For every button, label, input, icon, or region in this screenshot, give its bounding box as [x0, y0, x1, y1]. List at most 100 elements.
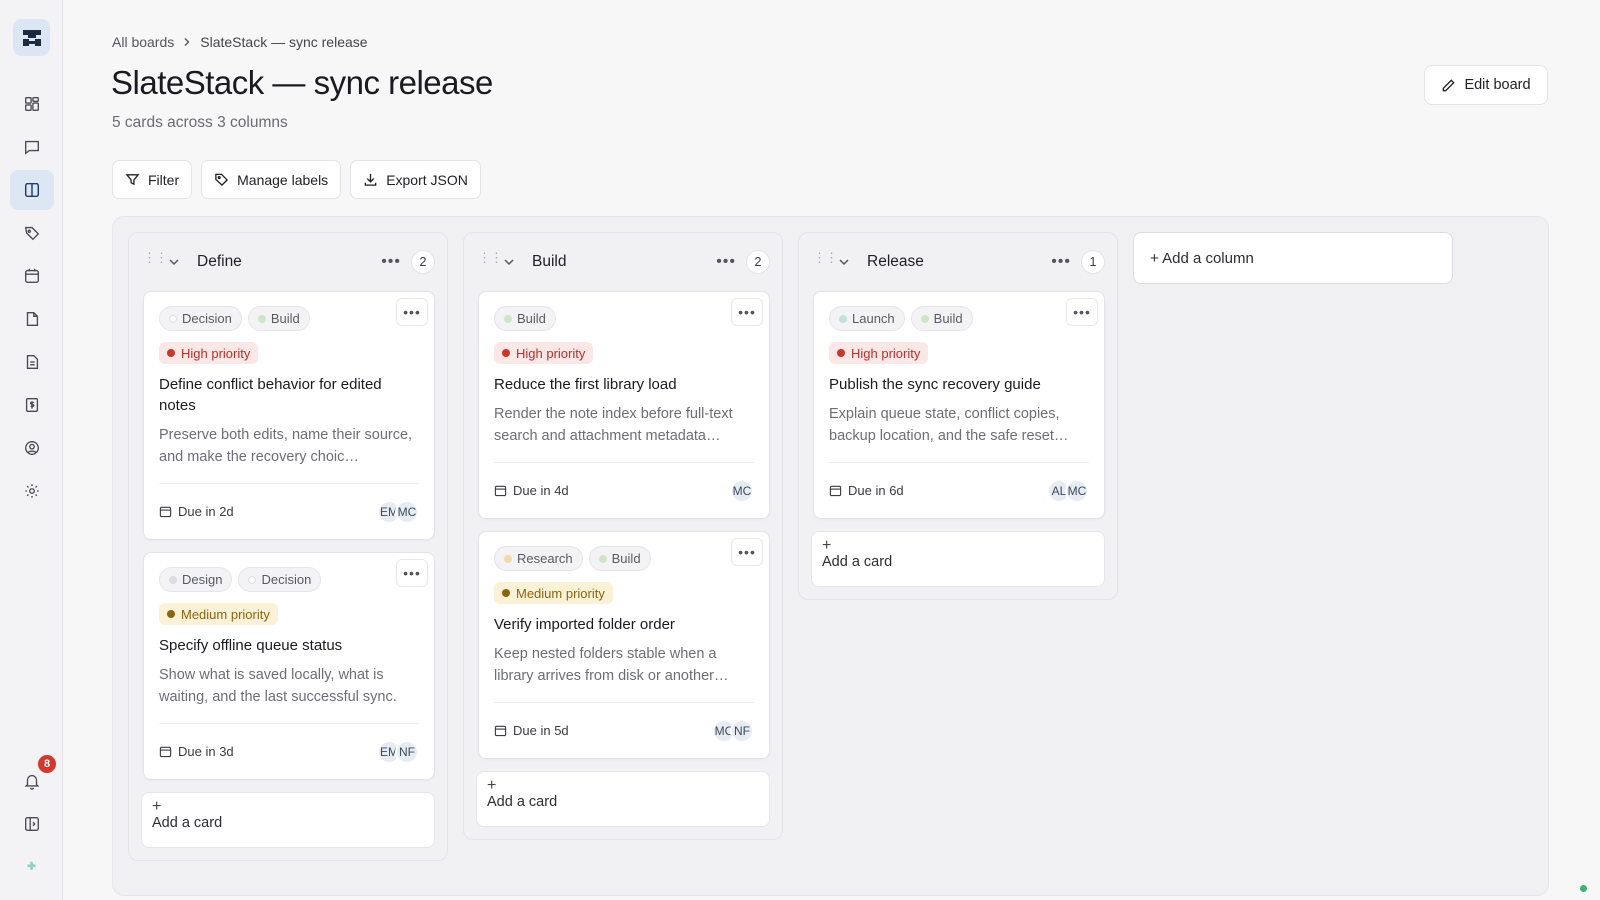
nav-settings[interactable]	[10, 471, 54, 511]
tag-dot	[169, 314, 177, 323]
tag-dot	[504, 554, 512, 563]
user-icon	[25, 441, 39, 455]
card[interactable]: ••• Design Decision Medium priority Spec…	[143, 552, 435, 780]
due-label: Due in 4d	[513, 483, 569, 498]
export-json-label: Export JSON	[386, 171, 468, 188]
dashboard-icon	[25, 97, 39, 111]
card-description: Render the note index before full-text s…	[494, 406, 733, 444]
card-menu-button[interactable]: •••	[396, 298, 428, 326]
card[interactable]: ••• Decision Build High priority Define …	[143, 291, 435, 540]
chevron-down-icon[interactable]	[837, 255, 851, 269]
drag-handle-icon[interactable]: ⋮⋮	[143, 250, 168, 266]
add-card-button[interactable]: + Add a card	[476, 771, 770, 827]
add-column-button[interactable]: + Add a column	[1133, 232, 1453, 284]
column-release: ⋮⋮ Release ••• 1 ••• Launch Build High p…	[798, 232, 1118, 600]
card[interactable]: ••• Launch Build High priority Publish t…	[813, 291, 1105, 519]
nav-billing[interactable]	[10, 385, 54, 425]
column-menu-icon[interactable]: •••	[716, 253, 736, 271]
card-footer: Due in 3d EM NF	[159, 723, 419, 767]
priority-label: Medium priority	[516, 585, 605, 601]
card[interactable]: ••• Research Build Medium priority Verif…	[478, 531, 770, 759]
export-json-button[interactable]: Export JSON	[350, 160, 481, 199]
nav-calendar[interactable]	[10, 256, 54, 296]
card-footer: Due in 5d MC NF	[494, 702, 754, 746]
add-card-label: Add a card	[152, 815, 223, 831]
column-title: Define	[197, 253, 242, 270]
chevron-down-icon[interactable]	[167, 255, 181, 269]
card-footer: Due in 6d AL MC	[829, 462, 1089, 506]
nav-profile[interactable]	[10, 428, 54, 468]
tag-label: Decision	[261, 572, 312, 587]
due-date: Due in 4d	[494, 483, 569, 498]
plus-icon: +	[487, 777, 497, 794]
plus-icon: +	[822, 537, 832, 554]
tag-label: Design	[182, 572, 223, 587]
avatar[interactable]: NF	[730, 718, 754, 743]
assignees: EM NF	[377, 739, 419, 764]
nav-files[interactable]	[10, 299, 54, 339]
card-description: Keep nested folders stable when a librar…	[494, 646, 729, 684]
avatar[interactable]: MC	[730, 478, 754, 503]
board-icon	[24, 182, 40, 198]
chevron-down-icon[interactable]	[502, 255, 516, 269]
breadcrumb-current: SlateStack — sync release	[200, 34, 368, 50]
card-menu-button[interactable]: •••	[396, 559, 428, 587]
add-card-button[interactable]: + Add a card	[811, 531, 1105, 587]
card-menu-button[interactable]: •••	[731, 538, 763, 566]
calendar-icon	[159, 506, 172, 518]
app-logo[interactable]	[13, 19, 50, 56]
column-menu-icon[interactable]: •••	[1051, 253, 1071, 271]
filter-button[interactable]: Filter	[112, 160, 193, 199]
download-icon	[364, 173, 377, 186]
settings-icon	[25, 484, 39, 498]
collapse-sidebar-button[interactable]	[10, 804, 54, 844]
card[interactable]: ••• Build High priority Reduce the first…	[478, 291, 770, 519]
manage-labels-label: Manage labels	[237, 171, 329, 188]
add-card-button[interactable]: + Add a card	[141, 792, 435, 848]
due-label: Due in 5d	[513, 723, 569, 738]
nav-labels[interactable]	[10, 213, 54, 253]
priority-label: High priority	[516, 345, 586, 361]
tag-icon	[24, 226, 40, 241]
assignees: AL MC	[1047, 478, 1089, 503]
nav-extension[interactable]	[10, 848, 54, 888]
tag-label: Build	[517, 311, 546, 326]
drag-handle-icon[interactable]: ⋮⋮	[813, 250, 838, 266]
calendar-icon	[494, 725, 507, 737]
online-status-dot	[1580, 885, 1587, 892]
nav-messages[interactable]	[10, 127, 54, 167]
column-title: Build	[532, 253, 567, 270]
nav-dashboard[interactable]	[10, 84, 54, 124]
due-date: Due in 5d	[494, 723, 569, 738]
avatar[interactable]: MC	[1065, 478, 1089, 503]
edit-board-button[interactable]: Edit board	[1424, 65, 1548, 105]
board-toolbar: Filter Manage labels Export JSON	[112, 160, 481, 199]
column-count: 2	[746, 250, 770, 274]
card-description: Show what is saved locally, what is wait…	[159, 667, 397, 705]
drag-handle-icon[interactable]: ⋮⋮	[478, 250, 503, 266]
avatar[interactable]: NF	[395, 739, 419, 764]
priority-dot	[167, 349, 175, 357]
plus-icon: +	[152, 798, 162, 815]
column-header: ⋮⋮ Define ••• 2	[129, 233, 447, 291]
tag-dot	[598, 554, 607, 563]
tag: Build	[910, 306, 973, 331]
nav-documents[interactable]	[10, 342, 54, 382]
assignees: MC	[730, 478, 754, 503]
nav-boards[interactable]	[10, 170, 54, 210]
column-count: 2	[411, 250, 435, 274]
add-card-label: Add a card	[822, 554, 893, 570]
assignees: MC NF	[712, 718, 754, 743]
tag: Decision	[159, 306, 242, 331]
card-title: Reduce the first library load	[494, 376, 677, 393]
card-menu-button[interactable]: •••	[731, 298, 763, 326]
card-menu-button[interactable]: •••	[1066, 298, 1098, 326]
column-header: ⋮⋮ Release ••• 1	[799, 233, 1117, 291]
priority-label: Medium priority	[181, 606, 270, 622]
manage-labels-button[interactable]: Manage labels	[201, 160, 342, 199]
column-menu-icon[interactable]: •••	[381, 253, 401, 271]
card-tags: Design Decision	[159, 567, 419, 593]
column-header: ⋮⋮ Build ••• 2	[464, 233, 782, 291]
breadcrumb-all-boards[interactable]: All boards	[112, 34, 174, 50]
avatar[interactable]: MC	[395, 499, 419, 524]
